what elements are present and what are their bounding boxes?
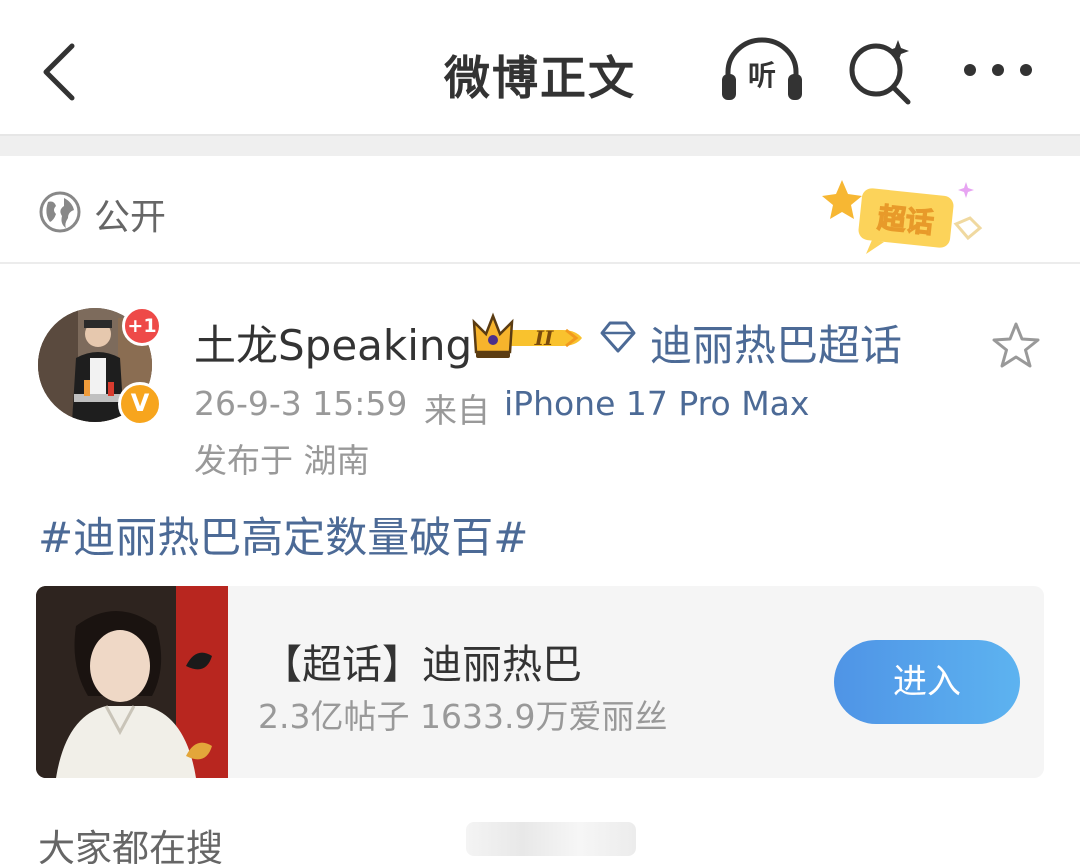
supertopic-card-stats: 2.3亿帖子 1633.9万爱丽丝 xyxy=(258,697,668,736)
supertopic-thumbnail xyxy=(36,586,228,778)
post-from-label: 来自 xyxy=(424,391,490,430)
top-navigation-bar: 微博正文 听 xyxy=(0,0,1080,136)
supertopic-source-name: 迪丽热巴超话 xyxy=(650,321,903,370)
diamond-icon xyxy=(600,321,636,353)
supertopic-thumbnail-image xyxy=(36,586,228,778)
post-hashtag[interactable]: #迪丽热巴高定数量破百# xyxy=(38,504,528,565)
plus-one-badge: +1 xyxy=(122,306,162,346)
enter-supertopic-button[interactable]: 进入 xyxy=(834,640,1020,724)
listen-label: 听 xyxy=(747,59,776,92)
svg-text:超话: 超话 xyxy=(876,201,935,240)
star-outline-icon xyxy=(992,322,1040,368)
author-name[interactable]: 土龙Speaking xyxy=(194,312,472,373)
post-time: 26-9-3 15:59 xyxy=(194,384,408,423)
trending-search-placeholder xyxy=(466,822,636,856)
supertopic-card-title: 【超话】迪丽热巴 xyxy=(262,642,582,688)
more-options-button[interactable] xyxy=(958,44,1038,96)
svg-text:II: II xyxy=(534,326,554,350)
supertopic-card[interactable]: 【超话】迪丽热巴 2.3亿帖子 1633.9万爱丽丝 进入 xyxy=(36,586,1044,778)
listen-button[interactable]: 听 xyxy=(718,36,806,106)
trending-search-heading: 大家都在搜 xyxy=(38,827,223,864)
visibility-label: 公开 xyxy=(94,197,167,238)
post-location: 发布于 湖南 xyxy=(194,441,370,480)
section-separator xyxy=(0,136,1080,156)
more-dots-icon xyxy=(964,64,1032,76)
crown-icon: II xyxy=(472,312,582,358)
member-level-badge[interactable]: II xyxy=(472,312,592,362)
page-title: 微博正文 xyxy=(444,51,636,105)
search-sparkle-icon xyxy=(849,40,911,105)
supertopic-badge[interactable]: 超话 xyxy=(820,174,990,260)
post-device[interactable]: iPhone 17 Pro Max xyxy=(504,384,809,423)
search-button[interactable] xyxy=(846,36,916,106)
favorite-button[interactable] xyxy=(990,320,1042,372)
globe-icon xyxy=(39,191,81,233)
verified-badge: V xyxy=(118,382,162,426)
supertopic-sticker-icon: 超话 xyxy=(822,180,983,254)
